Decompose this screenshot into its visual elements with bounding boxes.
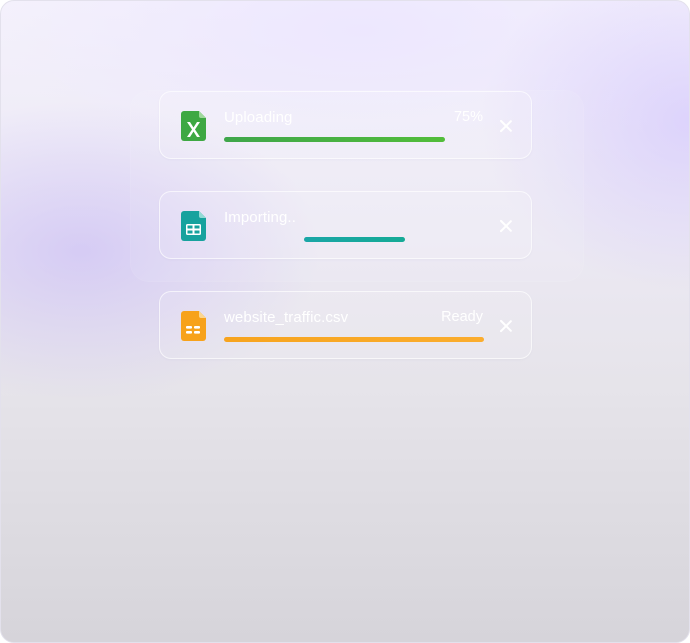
progress-bar: [224, 237, 484, 242]
upload-status: Ready: [441, 309, 483, 325]
excel-file-icon: [181, 111, 207, 141]
upload-item-sheets: Importing..: [159, 191, 532, 259]
upload-item-csv: website_traffic.csv Ready: [159, 291, 532, 359]
close-icon[interactable]: [499, 219, 513, 233]
progress-fill: [304, 237, 405, 242]
progress-bar: [224, 137, 484, 142]
upload-progress-text: 75%: [453, 109, 483, 125]
upload-title: website_traffic.csv: [224, 309, 349, 326]
close-icon[interactable]: [499, 319, 513, 333]
csv-file-icon: [181, 311, 207, 341]
progress-bar: [224, 337, 484, 342]
upload-item-excel: Uploading 75%: [159, 91, 532, 159]
close-icon[interactable]: [499, 119, 513, 133]
upload-title: Importing..: [224, 209, 296, 226]
upload-title: Uploading: [224, 109, 293, 126]
sheets-file-icon: [181, 211, 207, 241]
progress-fill: [224, 337, 484, 342]
progress-fill: [224, 137, 445, 142]
upload-panel: Uploading 75% Importing.. website_traffi…: [0, 0, 690, 643]
